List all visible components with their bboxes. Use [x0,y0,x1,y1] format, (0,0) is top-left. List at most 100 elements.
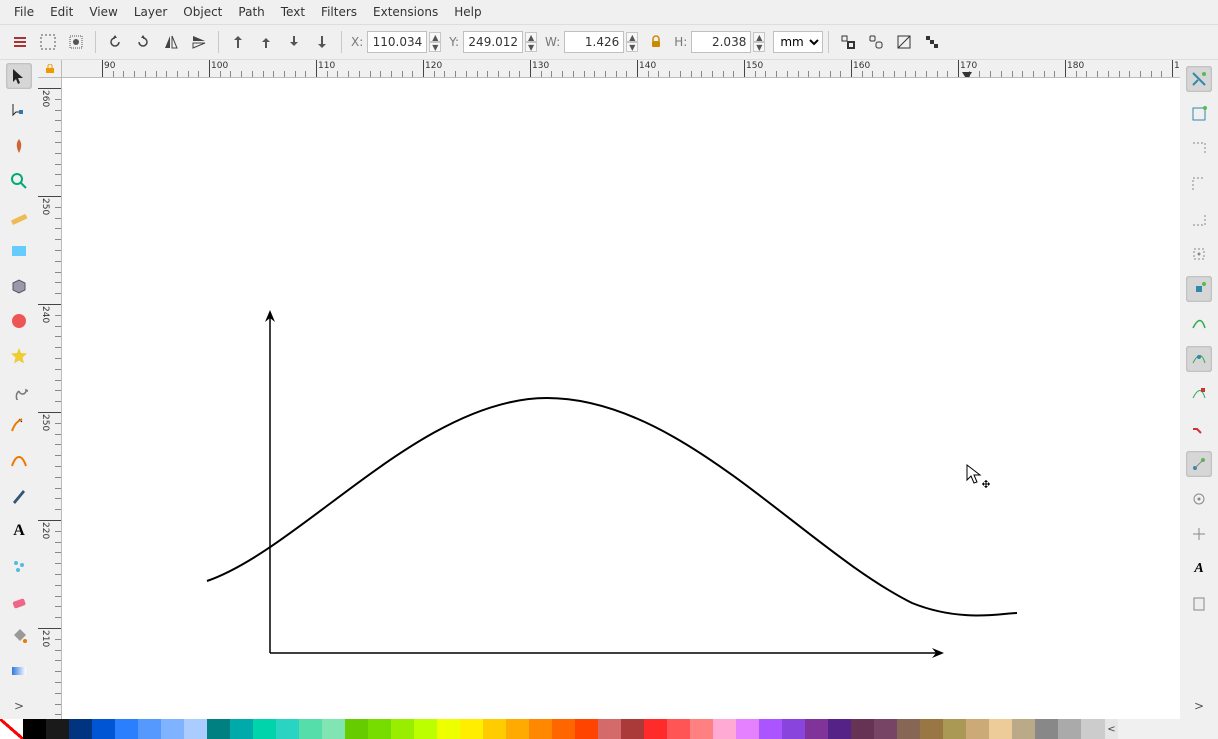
palette-swatch[interactable] [437,719,460,739]
calligraphy-tool-icon[interactable] [6,483,32,509]
palette-swatch[interactable] [667,719,690,739]
move-pattern-icon[interactable] [920,30,944,54]
box3d-tool-icon[interactable] [6,273,32,299]
palette-swatch[interactable] [644,719,667,739]
snap-bbox-center-icon[interactable] [1186,241,1212,267]
node-tool-icon[interactable] [6,98,32,124]
menu-text[interactable]: Text [273,3,313,21]
select-all-layers-icon[interactable] [8,30,32,54]
palette-swatch[interactable] [345,719,368,739]
tweak-tool-icon[interactable] [6,133,32,159]
palette-swatch[interactable] [575,719,598,739]
spiral-tool-icon[interactable] [6,378,32,404]
move-gradient-icon[interactable] [892,30,916,54]
palette-swatch[interactable] [368,719,391,739]
menu-edit[interactable]: Edit [42,3,81,21]
palette-swatch[interactable] [713,719,736,739]
flip-vertical-icon[interactable] [187,30,211,54]
flip-horizontal-icon[interactable] [159,30,183,54]
menu-object[interactable]: Object [175,3,230,21]
scale-corners-icon[interactable] [864,30,888,54]
x-input[interactable] [367,31,427,53]
palette-swatch[interactable] [736,719,759,739]
menu-file[interactable]: File [6,3,42,21]
palette-swatch[interactable] [460,719,483,739]
palette-swatch[interactable] [483,719,506,739]
selector-tool-icon[interactable] [6,63,32,89]
text-tool-icon[interactable]: A [6,518,32,544]
palette-swatch[interactable] [0,719,23,739]
palette-swatch[interactable] [598,719,621,739]
snap-bbox-corner-icon[interactable] [1186,171,1212,197]
raise-top-icon[interactable] [226,30,250,54]
snap-page-border-icon[interactable] [1186,591,1212,617]
palette-swatch[interactable] [989,719,1012,739]
snap-smooth-node-icon[interactable] [1186,416,1212,442]
snap-others-icon[interactable] [1186,451,1212,477]
w-step-up[interactable]: ▲ [626,32,638,42]
menu-view[interactable]: View [81,3,125,21]
snap-path-intersect-icon[interactable] [1186,346,1212,372]
palette-swatch[interactable] [782,719,805,739]
snap-path-icon[interactable] [1186,311,1212,337]
palette-swatch[interactable] [23,719,46,739]
ruler-horizontal[interactable]: 90100110120130140150160170180190200 [62,60,1180,78]
menu-path[interactable]: Path [230,3,272,21]
palette-swatch[interactable] [46,719,69,739]
palette-swatch[interactable] [207,719,230,739]
measure-tool-icon[interactable] [6,203,32,229]
snap-bbox-icon[interactable] [1186,101,1212,127]
w-step-down[interactable]: ▼ [626,42,638,52]
snap-nodes-icon[interactable] [1186,276,1212,302]
canvas[interactable] [62,78,1180,719]
rectangle-tool-icon[interactable] [6,238,32,264]
palette-swatch[interactable] [966,719,989,739]
more-snaps-icon[interactable]: > [1186,693,1212,719]
palette-swatch[interactable] [115,719,138,739]
palette-swatch[interactable] [851,719,874,739]
palette-swatch[interactable] [230,719,253,739]
palette-swatch[interactable] [690,719,713,739]
select-same-icon[interactable] [36,30,60,54]
palette-swatch[interactable] [897,719,920,739]
gradient-tool-icon[interactable] [6,658,32,684]
snap-enable-icon[interactable] [1186,66,1212,92]
palette-swatch[interactable] [621,719,644,739]
palette-swatch[interactable] [69,719,92,739]
palette-swatch[interactable] [276,719,299,739]
h-step-up[interactable]: ▲ [753,32,765,42]
palette-scroll-button[interactable]: < [1104,719,1118,739]
palette-swatch[interactable] [874,719,897,739]
palette-swatch[interactable] [920,719,943,739]
w-input[interactable] [564,31,624,53]
y-input[interactable] [463,31,523,53]
palette-swatch[interactable] [529,719,552,739]
menu-filters[interactable]: Filters [313,3,365,21]
toggle-selection-box-icon[interactable] [64,30,88,54]
menu-extensions[interactable]: Extensions [365,3,446,21]
snap-to-node-icon[interactable] [1186,381,1212,407]
rotate-cw-icon[interactable] [131,30,155,54]
snap-object-center-icon[interactable] [1186,486,1212,512]
snap-rotation-center-icon[interactable] [1186,521,1212,547]
snap-bbox-midpoint-icon[interactable] [1186,206,1212,232]
more-tools-icon[interactable]: > [6,693,32,719]
palette-swatch[interactable] [1058,719,1081,739]
palette-swatch[interactable] [161,719,184,739]
palette-swatch[interactable] [1012,719,1035,739]
lock-aspect-icon[interactable] [644,30,668,54]
palette-swatch[interactable] [552,719,575,739]
x-step-up[interactable]: ▲ [429,32,441,42]
palette-swatch[interactable] [184,719,207,739]
lower-bottom-icon[interactable] [310,30,334,54]
palette-swatch[interactable] [299,719,322,739]
palette-swatch[interactable] [138,719,161,739]
palette-swatch[interactable] [943,719,966,739]
menu-layer[interactable]: Layer [126,3,175,21]
raise-icon[interactable] [254,30,278,54]
h-input[interactable] [691,31,751,53]
palette-swatch[interactable] [1035,719,1058,739]
lower-icon[interactable] [282,30,306,54]
snap-text-baseline-icon[interactable]: A [1186,556,1212,582]
palette-swatch[interactable] [805,719,828,739]
